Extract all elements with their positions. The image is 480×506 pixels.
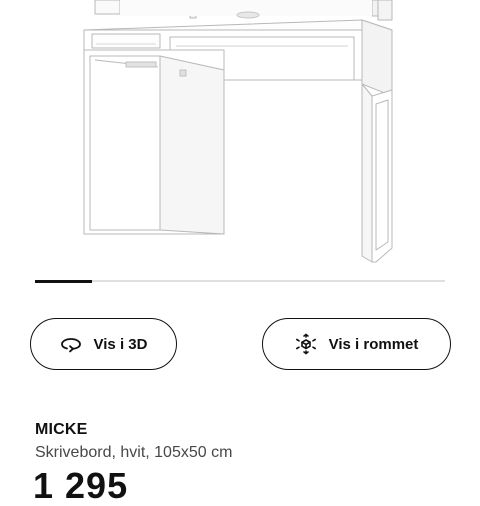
carousel-progress-track[interactable] — [35, 279, 445, 283]
view-3d-button[interactable]: Vis i 3D — [30, 318, 177, 370]
product-name[interactable]: MICKE — [35, 421, 88, 439]
view-in-room-label: Vis i rommet — [328, 335, 419, 353]
ar-cube-icon — [295, 333, 317, 355]
rotate-3d-icon — [60, 333, 82, 355]
product-image[interactable] — [0, 0, 480, 272]
view-in-room-button[interactable]: Vis i rommet — [262, 318, 451, 370]
product-description: Skrivebord, hvit, 105x50 cm — [35, 444, 233, 461]
view-3d-label: Vis i 3D — [93, 335, 148, 353]
carousel-progress-thumb[interactable] — [35, 279, 93, 283]
product-price: 1 295 — [33, 465, 129, 506]
